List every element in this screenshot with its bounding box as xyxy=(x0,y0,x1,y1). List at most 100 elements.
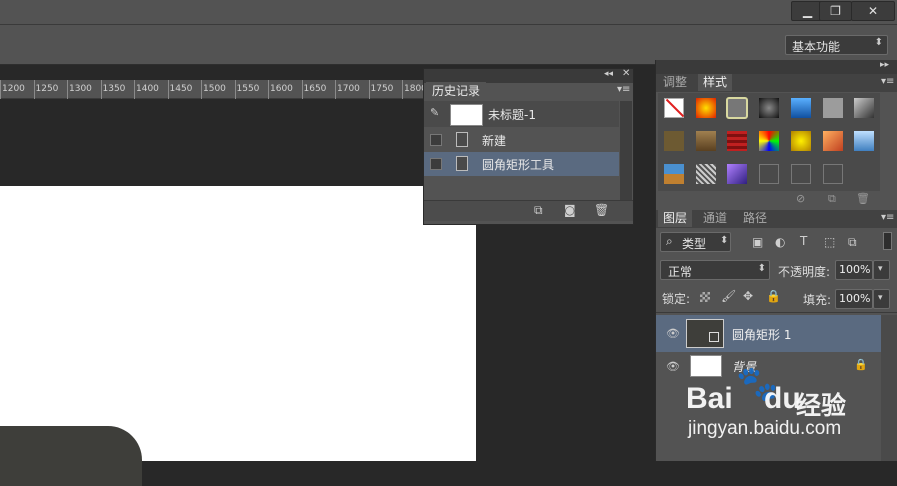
filter-adjustment-icon[interactable]: ◐ xyxy=(775,235,785,249)
trash-icon[interactable]: 🗑 xyxy=(594,203,609,217)
style-swatch[interactable] xyxy=(791,164,811,184)
ruler-tick-label: 1250 xyxy=(35,84,59,94)
lock-all-icon[interactable]: 🔒 xyxy=(766,289,781,303)
eye-icon[interactable]: 👁 xyxy=(666,327,680,340)
new-document-from-state-icon[interactable]: ⧉ xyxy=(534,203,543,218)
restore-button[interactable]: ❐ xyxy=(819,1,852,21)
ruler-tick-line xyxy=(368,80,370,99)
layer-thumbnail xyxy=(686,319,724,348)
style-swatch[interactable] xyxy=(696,164,716,184)
style-swatch[interactable] xyxy=(759,131,779,151)
style-swatch[interactable] xyxy=(823,98,843,118)
title-bar: ▁ ❐ ✕ xyxy=(0,0,897,24)
vector-mask-icon xyxy=(709,332,719,342)
history-source-checkbox[interactable] xyxy=(430,158,442,170)
blend-mode-select[interactable]: 正常 ⬍ xyxy=(660,260,770,280)
lock-transparency-icon[interactable] xyxy=(700,292,710,302)
style-swatch[interactable] xyxy=(727,131,747,151)
ruler-tick-line xyxy=(33,80,35,99)
layers-scrollbar[interactable] xyxy=(881,315,897,461)
lock-position-move-icon[interactable]: ✥ xyxy=(743,289,753,303)
ruler-tick-line xyxy=(234,80,236,99)
history-source-checkbox[interactable] xyxy=(430,134,442,146)
style-swatch[interactable] xyxy=(759,98,779,118)
chevron-down-icon: ▾ xyxy=(878,264,883,274)
new-style-icon[interactable]: ⧉ xyxy=(828,192,836,206)
eye-icon[interactable]: 👁 xyxy=(666,360,680,373)
chevron-updown-icon: ⬍ xyxy=(720,235,729,246)
fill-value: 100% xyxy=(839,292,871,305)
workspace-switcher[interactable]: 基本功能 ⬍ xyxy=(785,35,888,55)
ruler-tick-line xyxy=(100,80,102,99)
opacity-dropdown-button[interactable]: ▾ xyxy=(873,260,890,280)
style-swatch[interactable] xyxy=(854,131,874,151)
layer-name: 圆角矩形 1 xyxy=(732,328,792,342)
horizontal-ruler: 1200 1250 1300 1350 1400 1450 1500 1550 1600 1650… xyxy=(0,80,427,99)
snapshot-thumbnail xyxy=(450,104,483,126)
panel-menu-icon[interactable]: ▾≡ xyxy=(617,84,630,95)
camera-icon[interactable]: ◙ xyxy=(564,203,576,217)
styles-tabbar: 调整 样式 ▾≡ xyxy=(656,74,897,92)
style-swatch[interactable] xyxy=(727,164,747,184)
history-item-selected[interactable]: 圆角矩形工具 xyxy=(424,152,619,176)
styles-footer: ⊘ ⧉ 🗑 xyxy=(656,192,897,206)
ruler-tick-label: 1450 xyxy=(169,84,193,94)
style-swatch[interactable] xyxy=(696,131,716,151)
close-icon[interactable]: ✕ xyxy=(622,68,630,79)
fill-dropdown-button[interactable]: ▾ xyxy=(873,289,890,309)
close-button[interactable]: ✕ xyxy=(851,1,895,21)
tab-history[interactable]: 历史记录 xyxy=(426,82,487,101)
layer-filter-select[interactable]: ⌕ 类型 ⬍ xyxy=(660,232,731,252)
style-swatch[interactable] xyxy=(823,131,843,151)
style-swatch[interactable] xyxy=(696,98,716,118)
fill-label: 填充: xyxy=(803,293,832,307)
layer-row-selected[interactable]: 👁 圆角矩形 1 xyxy=(656,315,882,352)
filter-kind-label: 类型 xyxy=(682,237,707,251)
ruler-tick-label: 1500 xyxy=(203,84,226,94)
style-swatch[interactable] xyxy=(791,131,811,151)
opacity-label: 不透明度: xyxy=(778,265,831,279)
style-swatch[interactable] xyxy=(726,97,748,119)
tab-styles[interactable]: 样式 xyxy=(698,74,733,91)
fill-input[interactable]: 100% xyxy=(835,289,873,309)
panel-menu-icon[interactable]: ▾≡ xyxy=(881,212,894,223)
baidu-watermark: Bai 🐾 du 经验 jingyan.baidu.com xyxy=(686,364,866,452)
tab-layers[interactable]: 图层 xyxy=(658,210,693,227)
tab-paths[interactable]: 路径 xyxy=(738,210,772,227)
collapse-icon[interactable]: ▸▸ xyxy=(880,60,889,70)
panel-menu-icon[interactable]: ▾≡ xyxy=(881,76,894,87)
history-item[interactable]: 新建 xyxy=(424,128,619,152)
lock-icon: 🔒 xyxy=(854,358,868,371)
tab-adjustments[interactable]: 调整 xyxy=(658,74,692,91)
search-icon: ⌕ xyxy=(666,234,673,248)
style-swatch[interactable] xyxy=(854,98,874,118)
collapse-icon[interactable]: ◂◂ xyxy=(604,69,613,79)
style-swatch[interactable] xyxy=(791,98,811,118)
ruler-tick-label: 1550 xyxy=(236,84,260,94)
filter-type-icon[interactable]: T xyxy=(800,234,807,248)
ruler-tick-line xyxy=(402,80,403,99)
filter-smartobject-icon[interactable]: ⧉ xyxy=(848,235,857,250)
filter-shape-icon[interactable]: ⬚ xyxy=(824,235,835,249)
history-item-label: 新建 xyxy=(482,134,507,148)
trash-icon[interactable]: 🗑 xyxy=(856,192,870,205)
history-snapshot[interactable]: ✎ 未标题-1 xyxy=(424,101,619,127)
lock-image-brush-icon[interactable]: 🖌 xyxy=(721,289,736,303)
history-footer: ⧉ ◙ 🗑 xyxy=(424,200,633,221)
scrollbar[interactable] xyxy=(620,101,632,201)
blend-mode-label: 正常 xyxy=(668,265,693,279)
style-swatch[interactable] xyxy=(664,164,684,184)
dock-header-strip: ▸▸ xyxy=(656,60,897,74)
tab-channels[interactable]: 通道 xyxy=(698,210,732,227)
filter-pixel-icon[interactable]: ▣ xyxy=(752,235,763,249)
ruler-tick-label: 1750 xyxy=(370,84,394,94)
opacity-input[interactable]: 100% xyxy=(835,260,873,280)
clear-style-icon[interactable]: ⊘ xyxy=(796,192,805,205)
ruler-tick-label: 1600 xyxy=(270,84,293,94)
style-none-swatch[interactable] xyxy=(664,98,685,118)
style-swatch[interactable] xyxy=(664,131,684,151)
style-swatch[interactable] xyxy=(823,164,843,184)
style-swatch[interactable] xyxy=(759,164,779,184)
document-canvas[interactable] xyxy=(0,186,476,461)
filter-toggle-switch[interactable] xyxy=(883,232,892,250)
